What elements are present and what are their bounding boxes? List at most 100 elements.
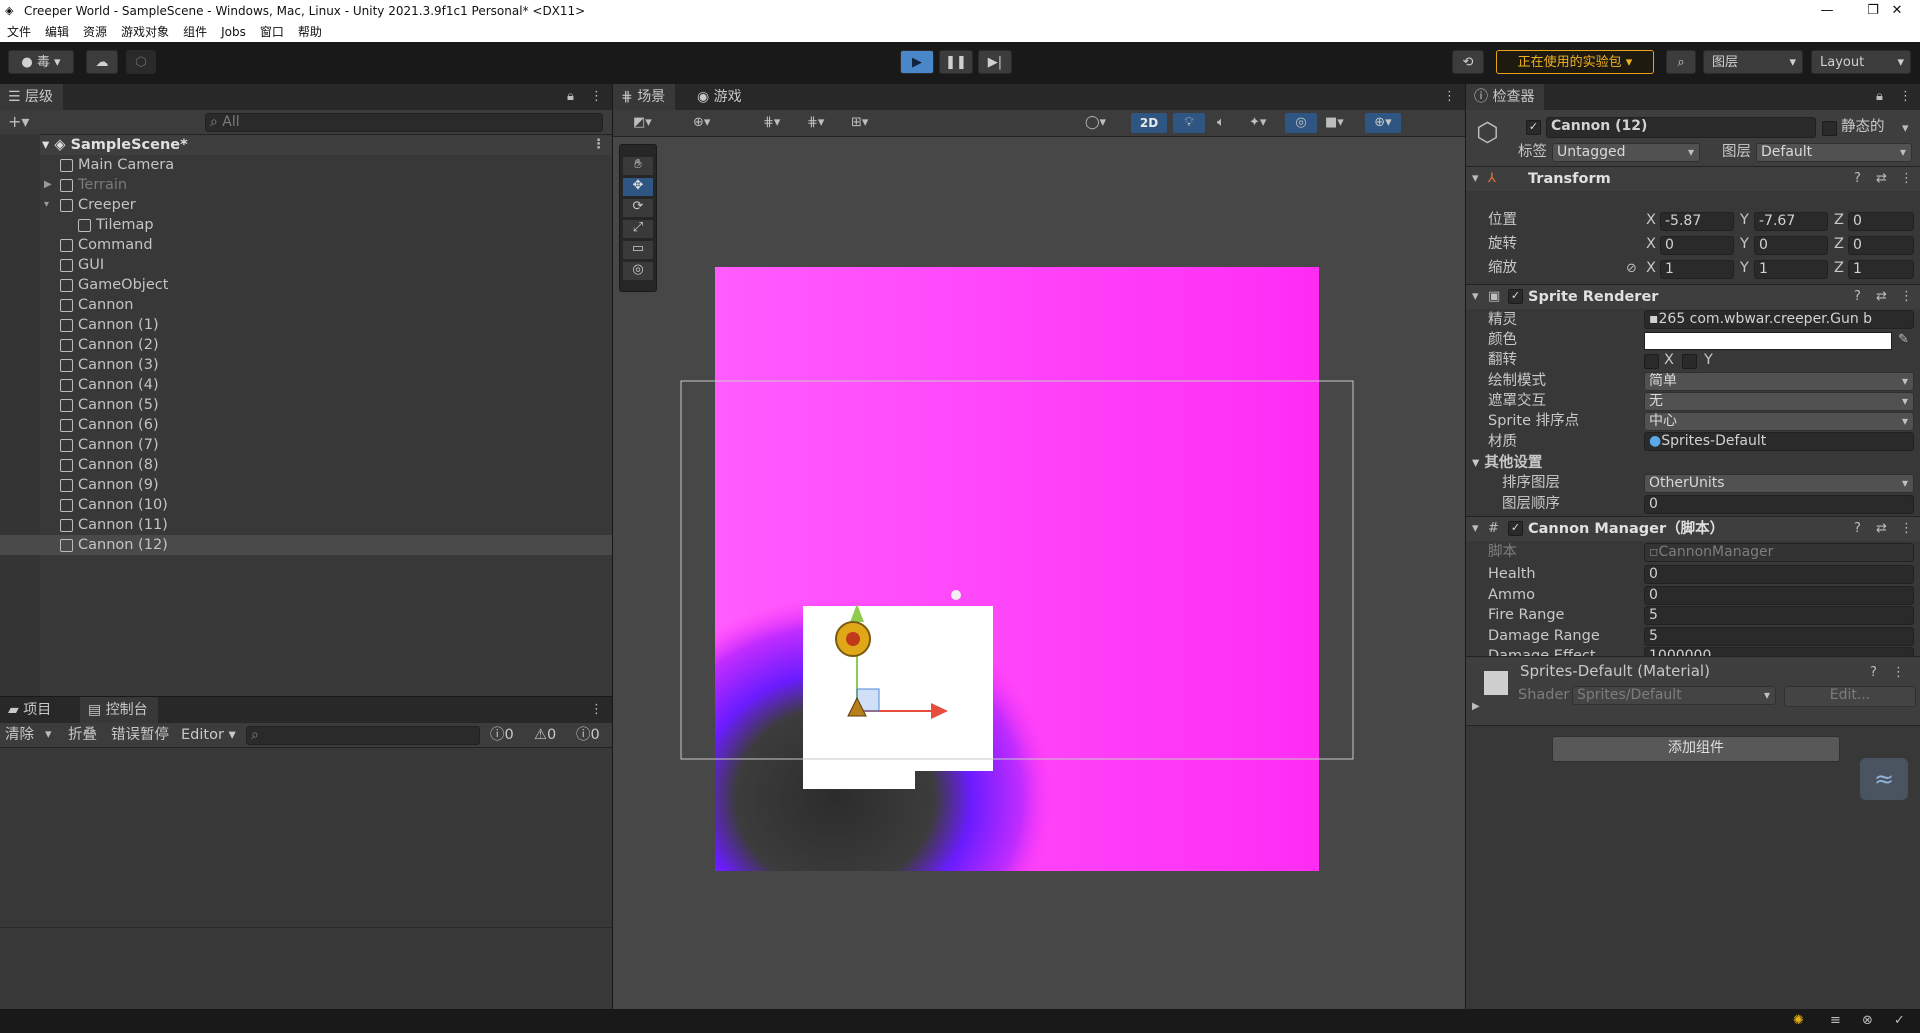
hierarchy-search-input[interactable]: ⌕ All: [205, 113, 603, 132]
cannon-manager-enabled-toggle[interactable]: ✓: [1508, 521, 1523, 536]
hierarchy-item[interactable]: Cannon (5): [0, 395, 612, 415]
kebab-menu-icon[interactable]: ⋮: [590, 702, 603, 717]
hierarchy-item[interactable]: Main Camera: [0, 155, 612, 175]
kebab-menu-icon[interactable]: ⋮: [1900, 171, 1913, 186]
kebab-menu-icon[interactable]: ⋮: [1900, 521, 1913, 536]
cloud-button[interactable]: ☁: [86, 50, 118, 74]
field-value-input[interactable]: 5: [1644, 606, 1914, 625]
hierarchy-item[interactable]: Cannon (1): [0, 315, 612, 335]
preset-icon[interactable]: ⇄: [1876, 171, 1887, 186]
kebab-menu-icon[interactable]: ⋮: [590, 89, 603, 104]
cannon-manager-header[interactable]: ▾ # ✓ Cannon Manager（脚本） ? ⇄ ⋮: [1466, 516, 1920, 541]
static-toggle[interactable]: [1822, 121, 1837, 136]
tab-project[interactable]: ▰ 项目: [0, 697, 61, 723]
panel-splitter[interactable]: [0, 696, 612, 697]
help-icon[interactable]: ?: [1870, 665, 1877, 680]
play-button[interactable]: ▶: [900, 50, 934, 74]
field-value-input[interactable]: 0: [1644, 585, 1914, 605]
lighting-status-icon[interactable]: ✺: [1793, 1013, 1804, 1028]
sprite-renderer-enabled-toggle[interactable]: ✓: [1508, 289, 1523, 304]
audio-icon[interactable]: 🔈︎: [1217, 115, 1225, 130]
tab-inspector[interactable]: ⓘ 检查器: [1466, 84, 1545, 110]
visibility-toggle[interactable]: ◎: [1285, 113, 1317, 133]
layer-dropdown[interactable]: Default: [1756, 143, 1912, 162]
flip-x-toggle[interactable]: [1644, 354, 1659, 369]
constrain-proportions-icon[interactable]: ⊘: [1626, 261, 1637, 276]
hierarchy-item[interactable]: Cannon (7): [0, 435, 612, 455]
panel-splitter[interactable]: [1465, 84, 1466, 1009]
kebab-menu-icon[interactable]: ⋮: [1892, 665, 1905, 680]
layout-dropdown[interactable]: Layout ▾: [1811, 50, 1911, 74]
globe-icon[interactable]: ⊕▾: [693, 115, 710, 130]
grid-snap-icon[interactable]: ⋕▾: [763, 115, 780, 130]
shader-dropdown[interactable]: Sprites/Default: [1572, 686, 1776, 705]
menu-component[interactable]: 组件: [176, 22, 214, 42]
tab-scene[interactable]: ⋕ 场景: [613, 84, 676, 110]
shading-icon[interactable]: ◯▾: [1085, 115, 1106, 130]
search-button[interactable]: ⌕: [1666, 50, 1696, 74]
menu-gameobject[interactable]: 游戏对象: [114, 22, 176, 42]
hierarchy-item[interactable]: Cannon (9): [0, 475, 612, 495]
progress-check-icon[interactable]: ✓: [1894, 1013, 1905, 1028]
hierarchy-item[interactable]: Cannon (12): [0, 535, 612, 555]
help-icon[interactable]: ?: [1854, 521, 1861, 536]
effects-icon[interactable]: ✦▾: [1249, 115, 1266, 130]
hierarchy-item[interactable]: Tilemap: [0, 215, 612, 235]
flip-y-toggle[interactable]: [1682, 354, 1697, 369]
editor-dropdown[interactable]: Editor ▾: [181, 725, 236, 745]
field-value-input[interactable]: 5: [1644, 626, 1914, 646]
help-icon[interactable]: ?: [1854, 171, 1861, 186]
color-swatch[interactable]: [1644, 332, 1892, 350]
transform-header[interactable]: ▾ ⅄ Transform ? ⇄ ⋮: [1466, 166, 1920, 191]
kebab-menu-icon[interactable]: ⋮: [592, 135, 605, 155]
layers-dropdown[interactable]: 图层 ▾: [1703, 50, 1803, 74]
position-y-field[interactable]: -7.67: [1754, 212, 1828, 231]
rotation-z-field[interactable]: 0: [1848, 236, 1914, 255]
kebab-menu-icon[interactable]: ⋮: [1899, 89, 1912, 104]
panel-splitter[interactable]: [612, 84, 613, 1009]
hierarchy-item[interactable]: Cannon (2): [0, 335, 612, 355]
warning-count-toggle[interactable]: ⚠0: [534, 725, 556, 745]
camera-icon[interactable]: ■▾: [1325, 115, 1344, 130]
kebab-menu-icon[interactable]: ⋮: [1900, 289, 1913, 304]
order-in-layer-field[interactable]: 0: [1644, 495, 1914, 514]
chevron-down-icon[interactable]: ▾: [44, 195, 49, 215]
console-search-input[interactable]: ⌕: [246, 726, 480, 745]
scale-x-field[interactable]: 1: [1660, 260, 1734, 279]
add-component-button[interactable]: 添加组件: [1552, 736, 1840, 762]
chevron-right-icon[interactable]: ▶: [44, 175, 52, 195]
hierarchy-item[interactable]: Cannon: [0, 295, 612, 315]
active-toggle[interactable]: ✓: [1526, 120, 1541, 135]
floating-assistant-icon[interactable]: ≈: [1860, 758, 1908, 800]
scene-row[interactable]: ▾ ◈ SampleScene* ⋮: [40, 135, 612, 155]
hierarchy-item[interactable]: ▾ Creeper: [0, 195, 612, 215]
tag-dropdown[interactable]: Untagged: [1552, 143, 1700, 162]
collab-button[interactable]: ⬡: [126, 50, 156, 74]
rotation-y-field[interactable]: 0: [1754, 236, 1828, 255]
mask-interaction-dropdown[interactable]: 无: [1644, 392, 1914, 411]
experimental-packages-button[interactable]: 正在使用的实验包 ▾: [1496, 50, 1654, 74]
account-button[interactable]: ● 毒 ▾: [8, 50, 74, 74]
lock-icon[interactable]: 🔒︎: [567, 89, 574, 104]
sort-point-dropdown[interactable]: 中心: [1644, 412, 1914, 431]
error-count-toggle[interactable]: ⓘ0: [576, 725, 600, 745]
rotation-x-field[interactable]: 0: [1660, 236, 1734, 255]
pause-button[interactable]: ❚❚: [939, 50, 973, 74]
error-pause-button[interactable]: 错误暂停: [111, 725, 169, 745]
position-z-field[interactable]: 0: [1848, 212, 1914, 231]
history-button[interactable]: ⟲: [1452, 50, 1484, 74]
material-field[interactable]: ●Sprites-Default: [1644, 432, 1914, 451]
menu-help[interactable]: 帮助: [291, 22, 329, 42]
scene-viewport[interactable]: [613, 136, 1465, 1009]
increment-snap-icon[interactable]: ⋕▾: [807, 115, 824, 130]
scale-z-field[interactable]: 1: [1848, 260, 1914, 279]
hierarchy-item[interactable]: Cannon (8): [0, 455, 612, 475]
toggle-2d-button[interactable]: 2D: [1131, 113, 1167, 133]
help-icon[interactable]: ?: [1854, 289, 1861, 304]
kebab-menu-icon[interactable]: ⋮: [1443, 89, 1456, 104]
tab-console[interactable]: ▤ 控制台: [80, 697, 158, 723]
sprite-renderer-header[interactable]: ▾ ▣ ✓ Sprite Renderer ? ⇄ ⋮: [1466, 284, 1920, 309]
draw-mode-dropdown[interactable]: 简单: [1644, 372, 1914, 391]
lock-icon[interactable]: 🔒︎: [1876, 89, 1883, 104]
field-value-input[interactable]: 0: [1644, 565, 1914, 584]
